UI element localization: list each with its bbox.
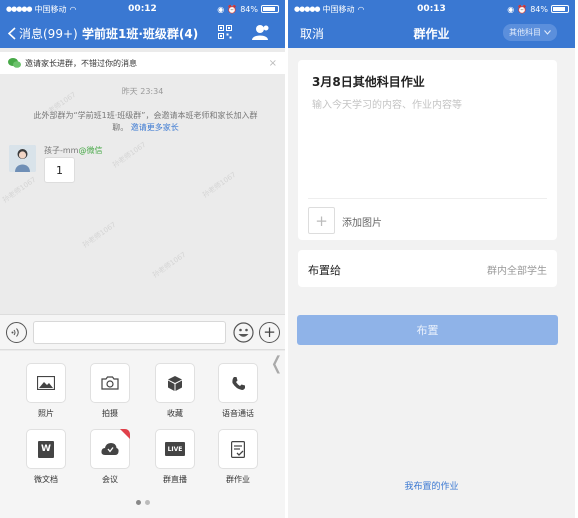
alarm-icon: ⏰: [227, 4, 238, 14]
tools-panel: 照片 拍摄 收藏 语音通话 W 微文档 会议 LIVE 群直播 群作业: [0, 351, 285, 518]
assign-to-row[interactable]: 布置给 群内全部学生: [298, 250, 557, 287]
page-indicator: [0, 490, 285, 509]
homework-content-input[interactable]: 输入今天学习的内容、作业内容等: [312, 96, 462, 111]
subject-dropdown[interactable]: 其他科目: [503, 24, 557, 41]
group-members-icon[interactable]: [252, 24, 270, 40]
tool-camera[interactable]: 拍摄: [80, 363, 140, 419]
live-badge: LIVE: [167, 445, 183, 453]
doc-badge: W: [41, 444, 51, 454]
assign-submit-button[interactable]: 布置: [297, 315, 558, 345]
watermark: 孙老师1067: [81, 220, 118, 250]
add-image-button[interactable]: +: [308, 207, 335, 234]
assign-value: 群内全部学生: [487, 266, 547, 277]
tool-doc[interactable]: W 微文档: [16, 429, 76, 485]
doc-icon: W: [38, 440, 54, 458]
tool-voice-call[interactable]: 语音通话: [208, 363, 268, 419]
homework-icon: [231, 440, 245, 458]
invite-text: 邀请家长进群，不错过你的消息: [25, 58, 137, 68]
watermark: 孙老师1067: [1, 175, 38, 205]
tool-live[interactable]: LIVE 群直播: [145, 429, 205, 485]
camera-icon: [101, 376, 119, 390]
qr-code-icon[interactable]: [218, 25, 232, 39]
chevron-left-icon: [8, 26, 16, 40]
homework-nav-bar: 取消 群作业 其他科目: [288, 18, 575, 48]
back-label: 消息(99+): [19, 26, 78, 41]
status-bar: ●●●●● 中国移动 ◠ 00:12 ◉ ⏰ 84%: [0, 0, 285, 18]
new-badge: [120, 429, 130, 439]
invite-banner[interactable]: 邀请家长进群，不错过你的消息 ×: [0, 52, 285, 74]
page-dot-active: [135, 500, 141, 505]
battery-icon: [261, 5, 279, 13]
voice-icon: [11, 328, 19, 337]
chat-nav-bar: 消息(99+) 学前班1班·班级群(4): [0, 18, 285, 48]
sender-source: @微信: [78, 146, 103, 155]
page-dot: [144, 500, 150, 505]
tool-label: 照片: [38, 409, 54, 418]
tool-label: 拍摄: [102, 409, 118, 418]
wechat-icon: [8, 58, 21, 68]
add-image-label[interactable]: 添加图片: [342, 214, 382, 229]
more-actions-button[interactable]: +: [259, 322, 280, 343]
homework-title[interactable]: 3月8日其他科目作业: [312, 73, 425, 90]
emoji-icon[interactable]: [233, 322, 254, 343]
watermark: 孙老师1067: [201, 170, 238, 200]
tool-label: 收藏: [167, 409, 183, 418]
sender-name: 孩子-mm@微信: [44, 145, 102, 156]
avatar-image: [9, 145, 36, 172]
tool-photo[interactable]: 照片: [16, 363, 76, 419]
phone-icon: [231, 376, 245, 390]
location-icon: ◉: [217, 4, 225, 14]
tool-favorites[interactable]: 收藏: [145, 363, 205, 419]
tool-label: 语音通话: [222, 409, 254, 418]
battery-percent: 84%: [530, 4, 548, 14]
invite-more-link[interactable]: 邀请更多家长: [131, 123, 179, 132]
my-homework-link[interactable]: 我布置的作业: [288, 479, 575, 492]
homework-button[interactable]: [218, 429, 258, 469]
chat-title: 学前班1班·班级群(4): [82, 26, 199, 41]
voice-input-button[interactable]: [6, 322, 27, 343]
alarm-icon: ⏰: [517, 4, 528, 14]
doc-button[interactable]: W: [26, 429, 66, 469]
message-bubble[interactable]: 1: [44, 157, 75, 183]
divider: [308, 198, 547, 199]
tool-label: 群直播: [163, 475, 187, 484]
avatar[interactable]: [9, 145, 36, 172]
photo-icon: [37, 376, 55, 390]
watermark: 孙老师1067: [151, 250, 188, 280]
tool-homework[interactable]: 群作业: [208, 429, 268, 485]
favorites-button[interactable]: [155, 363, 195, 403]
homework-editor-card: 3月8日其他科目作业 输入今天学习的内容、作业内容等 + 添加图片: [298, 60, 557, 240]
tool-label: 会议: [102, 475, 118, 484]
photo-button[interactable]: [26, 363, 66, 403]
chat-timestamp: 昨天 23:34: [121, 87, 164, 96]
sender-nickname: 孩子-mm: [44, 146, 79, 155]
favorites-icon: [168, 375, 182, 391]
homework-screen: ●●●●● 中国移动 ◠ 00:13 ◉ ⏰ 84% 取消 群作业 其他科目 3…: [288, 0, 575, 518]
meeting-icon: [101, 443, 119, 455]
battery-percent: 84%: [240, 4, 258, 14]
live-icon: LIVE: [165, 442, 185, 456]
battery-icon: [551, 5, 569, 13]
message-input[interactable]: [33, 321, 226, 344]
location-icon: ◉: [507, 4, 515, 14]
camera-button[interactable]: [90, 363, 130, 403]
chevron-left-icon: ❬: [269, 353, 285, 374]
chevron-down-icon: [544, 30, 551, 35]
input-bar: +: [0, 314, 285, 350]
watermark: 孙老师1067: [111, 140, 148, 170]
tool-meeting[interactable]: 会议: [80, 429, 140, 485]
tool-label: 群作业: [226, 475, 250, 484]
chat-screen: ●●●●● 中国移动 ◠ 00:12 ◉ ⏰ 84% 消息(99+) 学前班1班…: [0, 0, 285, 518]
assign-label: 布置给: [308, 264, 341, 277]
meeting-button[interactable]: [90, 429, 130, 469]
status-bar: ●●●●● 中国移动 ◠ 00:13 ◉ ⏰ 84%: [288, 0, 575, 18]
live-button[interactable]: LIVE: [155, 429, 195, 469]
close-icon[interactable]: ×: [269, 58, 277, 69]
system-message: 此外部群为“学前班1班·班级群”，会邀请本班老师和家长加入群聊。 邀请更多家长: [28, 110, 263, 134]
voice-call-button[interactable]: [218, 363, 258, 403]
subject-dropdown-label: 其他科目: [509, 28, 541, 37]
tool-label: 微文档: [34, 475, 58, 484]
back-button[interactable]: 消息(99+): [0, 25, 78, 42]
